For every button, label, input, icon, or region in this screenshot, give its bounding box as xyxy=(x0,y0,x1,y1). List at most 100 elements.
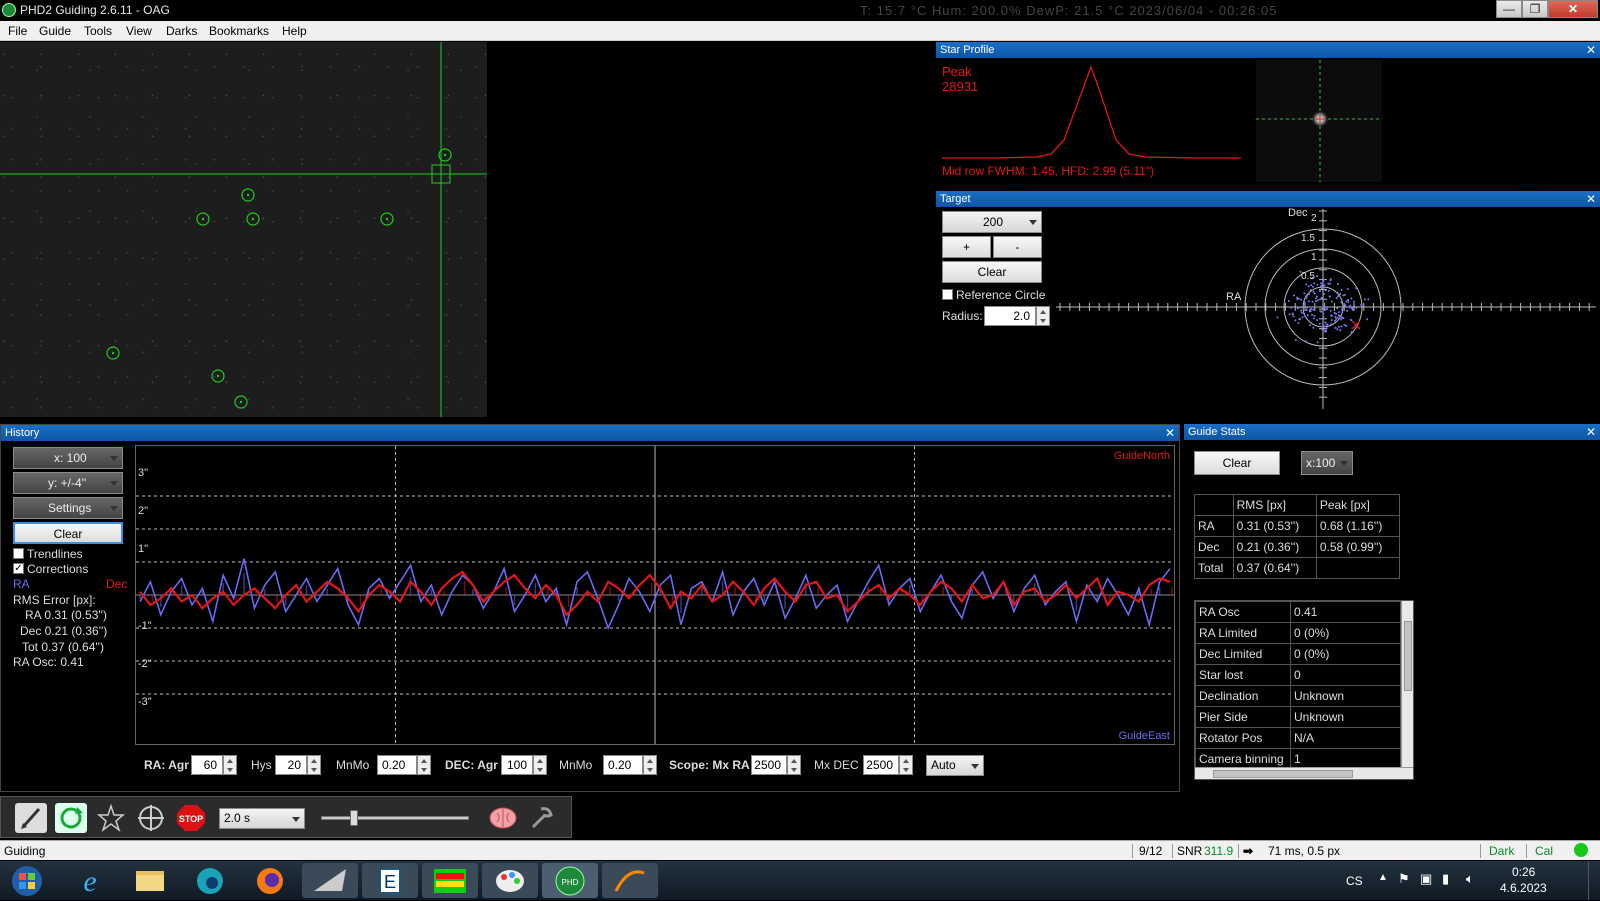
loop-icon[interactable] xyxy=(55,803,87,833)
language-indicator[interactable]: CS xyxy=(1346,874,1363,888)
y-tick-label: 1" xyxy=(138,543,149,555)
gamma-slider[interactable] xyxy=(321,810,469,826)
minimize-button[interactable]: — xyxy=(1496,0,1522,18)
rms-tot: Tot 0.37 (0.64'') xyxy=(22,640,104,654)
guide-crosshair-icon[interactable] xyxy=(135,803,167,833)
exposure-dropdown[interactable]: 2.0 s xyxy=(219,808,305,829)
ra-agr-input[interactable]: 60 xyxy=(191,755,223,775)
menu-darks[interactable]: Darks xyxy=(166,24,197,38)
target-point xyxy=(1326,308,1329,310)
window-title: PHD2 Guiding 2.6.11 - OAG xyxy=(20,3,170,17)
dec-mnmo-label: MnMo xyxy=(559,758,593,772)
dec-mode-value: Auto xyxy=(931,758,956,772)
guide-stats-scale: x:100 xyxy=(1306,456,1336,470)
chevron-down-icon xyxy=(110,456,118,461)
camera-view[interactable] xyxy=(0,42,932,417)
ra-agr-spinner[interactable] xyxy=(223,755,237,775)
ra-mnmo-input[interactable]: 0.20 xyxy=(377,755,417,775)
settings-dropdown[interactable]: Settings xyxy=(13,497,123,519)
menu-tools[interactable]: Tools xyxy=(84,24,112,38)
mx-ra-input[interactable]: 2500 xyxy=(751,755,787,775)
gamma-slider-handle[interactable] xyxy=(350,810,358,826)
menu-view[interactable]: View xyxy=(126,24,152,38)
target-point xyxy=(1324,289,1327,292)
ra-mnmo-spinner[interactable] xyxy=(417,755,431,775)
y-scale-dropdown[interactable]: y: +/-4'' xyxy=(13,472,123,494)
clock-time[interactable]: 0:26 xyxy=(1512,865,1535,879)
hys-spinner[interactable] xyxy=(307,755,321,775)
app-icon[interactable] xyxy=(422,863,478,898)
app-icon[interactable]: E xyxy=(362,863,418,898)
trendlines-checkbox[interactable] xyxy=(13,548,24,559)
tray-expand-icon[interactable]: ▲ xyxy=(1378,872,1388,883)
target-point xyxy=(1325,327,1328,330)
close-icon[interactable]: ✕ xyxy=(1586,42,1596,58)
dec-mnmo-spinner[interactable] xyxy=(643,755,657,775)
target-point xyxy=(1366,318,1369,321)
volume-icon[interactable]: 🔈︎ xyxy=(1466,871,1474,887)
hys-input[interactable]: 20 xyxy=(275,755,307,775)
auto-select-star-icon[interactable] xyxy=(95,803,127,833)
menu-bookmarks[interactable]: Bookmarks xyxy=(209,24,269,38)
dec-mode-dropdown[interactable]: Auto xyxy=(926,755,984,776)
show-desktop-button[interactable] xyxy=(1588,861,1600,900)
target-point xyxy=(1313,292,1316,295)
target-point xyxy=(1322,279,1324,282)
close-icon[interactable]: ✕ xyxy=(1586,191,1596,207)
clock-date[interactable]: 4.6.2023 xyxy=(1500,881,1547,895)
dec-agr-input[interactable]: 100 xyxy=(501,755,533,775)
stop-icon[interactable]: STOP xyxy=(175,803,207,833)
brain-icon[interactable] xyxy=(487,803,519,833)
guide-stats-scale-dropdown[interactable]: x:100 xyxy=(1301,451,1353,475)
info-table: RA Osc 0.41 RA Limited 0 (0%) Dec Limited 0… xyxy=(1195,601,1401,770)
file-explorer-icon[interactable] xyxy=(122,863,178,898)
target-point xyxy=(1334,319,1336,322)
mx-dec-spinner[interactable] xyxy=(899,755,913,775)
dec-legend: Dec xyxy=(106,577,128,591)
scope-mx-ra-label: Scope: Mx RA xyxy=(669,758,750,772)
target-point xyxy=(1344,304,1347,307)
vertical-scrollbar[interactable] xyxy=(1401,601,1413,767)
dec-agr-spinner[interactable] xyxy=(533,755,547,775)
x-scale-dropdown[interactable]: x: 100 xyxy=(13,447,123,469)
info-grid[interactable]: RA Osc 0.41 RA Limited 0 (0%) Dec Limited 0… xyxy=(1194,600,1414,780)
horizontal-scrollbar[interactable] xyxy=(1195,767,1413,779)
target-point xyxy=(1340,308,1343,311)
maximize-button[interactable]: ❐ xyxy=(1522,0,1548,18)
toolbar: STOP 2.0 s xyxy=(0,796,572,838)
phd2-icon[interactable]: PHD xyxy=(542,863,598,898)
close-icon[interactable]: ✕ xyxy=(1165,425,1175,441)
menu-guide[interactable]: Guide xyxy=(39,24,71,38)
close-icon[interactable]: ✕ xyxy=(1586,424,1596,440)
corrections-checkbox[interactable]: ✓ xyxy=(13,563,24,574)
paint-icon[interactable] xyxy=(482,863,538,898)
svg-text:PHD: PHD xyxy=(562,878,579,887)
firefox-icon[interactable] xyxy=(242,863,298,898)
target-point xyxy=(1347,299,1350,301)
guide-stats-clear-button[interactable]: Clear xyxy=(1194,451,1280,475)
tray-device-icon[interactable]: ▣ xyxy=(1420,871,1432,887)
tray-flag-icon[interactable]: ⚑ xyxy=(1398,871,1410,887)
app-icon[interactable] xyxy=(302,863,358,898)
close-button[interactable]: ✕ xyxy=(1548,0,1598,18)
app-icon[interactable] xyxy=(602,863,658,898)
target-point xyxy=(1305,283,1308,286)
history-clear-button[interactable]: Clear xyxy=(13,522,123,544)
target-header: Target ✕ xyxy=(936,191,1600,207)
target-point xyxy=(1297,321,1300,324)
target-point xyxy=(1337,295,1340,298)
menu-file[interactable]: File xyxy=(8,24,27,38)
mx-ra-spinner[interactable] xyxy=(787,755,801,775)
start-button[interactable] xyxy=(2,863,52,898)
network-icon[interactable]: ▮ xyxy=(1442,871,1449,887)
target-point xyxy=(1338,325,1340,328)
target-point xyxy=(1300,298,1303,301)
dec-mnmo-input[interactable]: 0.20 xyxy=(603,755,643,775)
edge-icon[interactable] xyxy=(182,863,238,898)
menu-help[interactable]: Help xyxy=(282,24,307,38)
ra-axis-label: RA xyxy=(1226,291,1242,303)
tools-icon[interactable] xyxy=(527,803,559,833)
internet-explorer-icon[interactable]: e xyxy=(62,863,118,898)
mx-dec-input[interactable]: 2500 xyxy=(863,755,899,775)
pencil-icon[interactable] xyxy=(15,803,47,833)
